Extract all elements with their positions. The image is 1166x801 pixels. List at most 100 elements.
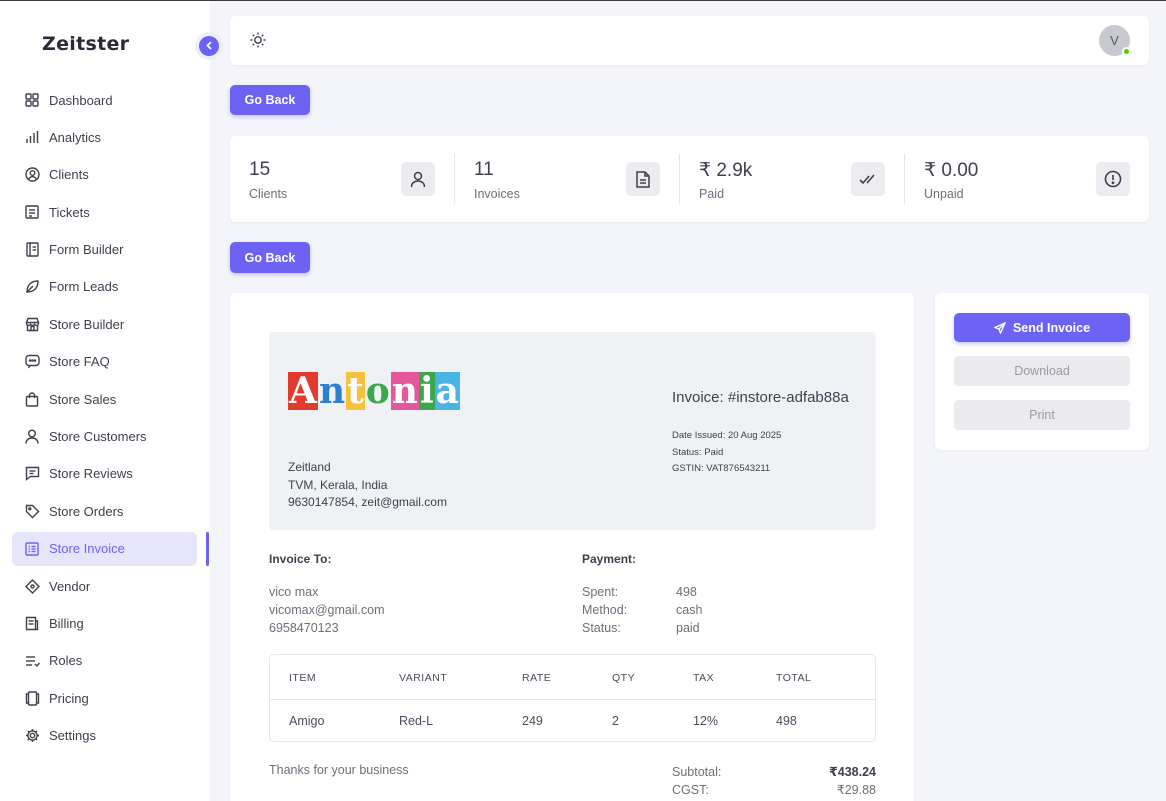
chevron-left-icon: [205, 37, 214, 55]
leaf-icon: [24, 279, 40, 295]
sidebar-item-pricing[interactable]: Pricing: [12, 681, 197, 715]
sidebar-item-store-faq[interactable]: Store FAQ: [12, 345, 197, 379]
column-header: VARIANT: [399, 672, 448, 684]
sidebar-item-billing[interactable]: Billing: [12, 606, 197, 640]
table-cell: 249: [522, 714, 543, 728]
sidebar-item-store-customers[interactable]: Store Customers: [12, 420, 197, 454]
stat-paid: ₹ 2.9k Paid: [680, 136, 905, 222]
print-button[interactable]: Print: [954, 400, 1130, 430]
stat-value: ₹ 0.00: [924, 160, 979, 181]
column-header: TAX: [693, 672, 715, 684]
dashboard-icon: [24, 92, 40, 108]
invoice-meta: Date Issued: 20 Aug 2025 Status: Paid GS…: [672, 428, 781, 478]
sidebar-item-tickets[interactable]: Tickets: [12, 195, 197, 229]
invoice-actions-card: Send Invoice Download Print: [935, 293, 1149, 450]
sidebar-item-label: Pricing: [49, 690, 89, 706]
alert-circle-icon: [1096, 162, 1130, 196]
spent-value: 498: [676, 585, 697, 599]
stat-unpaid: ₹ 0.00 Unpaid: [905, 136, 1149, 222]
sidebar-item-label: Store Reviews: [49, 466, 133, 482]
table-header: ITEM VARIANT RATE QTY TAX TOTAL: [270, 655, 875, 700]
tag-icon: [24, 503, 40, 519]
cgst-value: ₹29.88: [836, 783, 876, 797]
double-check-icon: [851, 162, 885, 196]
sidebar-item-store-builder[interactable]: Store Builder: [12, 307, 197, 341]
collapse-sidebar-button[interactable]: [199, 36, 219, 56]
sidebar-item-label: Store Customers: [49, 429, 147, 445]
form-icon: [24, 242, 40, 258]
company-address: TVM, Kerala, India: [288, 477, 388, 492]
customer-name: vico max: [269, 585, 319, 599]
column-header: RATE: [522, 672, 552, 684]
send-icon: [993, 321, 1006, 334]
sidebar-item-label: Tickets: [49, 204, 90, 220]
invoice-to-details: vico max vicomax@gmail.com 6958470123: [269, 583, 385, 637]
spent-label: Spent:: [582, 585, 619, 599]
company-info: Zeitland TVM, Kerala, India 9630147854, …: [288, 459, 447, 512]
gear-icon: [24, 728, 40, 744]
cgst-label: CGST:: [672, 783, 709, 797]
sidebar-item-label: Clients: [49, 167, 89, 183]
sidebar-item-form-builder[interactable]: Form Builder: [12, 233, 197, 267]
sidebar-item-clients[interactable]: Clients: [12, 158, 197, 192]
stats-card: 15 Clients 11 Invoices ₹ 2.9k Paid ₹ 0.0…: [230, 136, 1149, 222]
sidebar-item-label: Roles: [49, 653, 83, 669]
sidebar-item-store-sales[interactable]: Store Sales: [12, 382, 197, 416]
invoice-to-title: Invoice To:: [269, 552, 332, 566]
chat-icon: [24, 354, 40, 370]
brand-letter: A: [288, 370, 318, 412]
sidebar-item-store-invoice[interactable]: Store Invoice: [12, 531, 197, 566]
stat-label: Unpaid: [924, 187, 964, 201]
payment-labels: Spent: Method: Status:: [582, 583, 627, 637]
online-status-dot: [1122, 47, 1131, 56]
gstin: GSTIN: VAT876543211: [672, 463, 771, 474]
date-issued: Date Issued: 20 Aug 2025: [672, 430, 782, 441]
app-logo[interactable]: Zeitster: [42, 33, 129, 55]
sidebar-item-settings[interactable]: Settings: [12, 719, 197, 753]
brand-letter: o: [365, 370, 390, 412]
brand-letter: a: [434, 370, 460, 412]
method-value: cash: [676, 603, 703, 617]
sidebar-item-roles[interactable]: Roles: [12, 644, 197, 678]
sidebar-item-dashboard[interactable]: Dashboard: [12, 83, 197, 117]
stat-value: 11: [474, 159, 494, 180]
invoice-title: Invoice: #instore-adfab88a: [672, 389, 849, 406]
stat-label: Invoices: [474, 187, 520, 201]
subtotal-value: ₹438.24: [829, 765, 876, 779]
invoice-icon: [24, 541, 40, 557]
send-invoice-label: Send Invoice: [1012, 320, 1091, 335]
sidebar-item-store-orders[interactable]: Store Orders: [12, 494, 197, 528]
download-button[interactable]: Download: [954, 356, 1130, 386]
thanks-note: Thanks for your business: [269, 763, 409, 777]
sidebar-item-label: Dashboard: [49, 92, 113, 108]
avatar[interactable]: V: [1099, 25, 1131, 56]
sidebar-item-analytics[interactable]: Analytics: [12, 120, 197, 154]
send-invoice-button[interactable]: Send Invoice: [954, 313, 1130, 342]
roles-icon: [24, 653, 40, 669]
sidebar-item-form-leads[interactable]: Form Leads: [12, 270, 197, 304]
sidebar-item-label: Form Leads: [49, 279, 119, 295]
subtotal-label: Subtotal:: [672, 765, 722, 779]
stat-label: Paid: [699, 187, 725, 201]
customer-email: vicomax@gmail.com: [269, 603, 385, 617]
sidebar-item-store-reviews[interactable]: Store Reviews: [12, 457, 197, 491]
user-icon: [401, 162, 435, 196]
sidebar-item-vendor[interactable]: Vendor: [12, 569, 197, 603]
company-contact: 9630147854, zeit@gmail.com: [288, 495, 447, 509]
theme-toggle-sun-icon[interactable]: [249, 31, 267, 54]
sidebar-item-label: Store Invoice: [49, 541, 125, 557]
bar-chart-icon: [24, 129, 40, 145]
table-cell: Amigo: [289, 714, 325, 728]
table-cell: 12%: [693, 714, 719, 728]
customer-phone: 6958470123: [269, 621, 339, 635]
sidebar-item-label: Form Builder: [49, 242, 124, 258]
document-icon: [626, 162, 660, 196]
table-cell: Red-L: [399, 714, 434, 728]
top-bar: V: [230, 16, 1149, 65]
bag-icon: [24, 391, 40, 407]
go-back-button[interactable]: Go Back: [230, 85, 310, 115]
go-back-button[interactable]: Go Back: [230, 242, 310, 273]
brand-logo: Antonia: [288, 372, 460, 410]
vendor-icon: [24, 578, 40, 594]
sidebar-item-label: Analytics: [49, 129, 102, 145]
